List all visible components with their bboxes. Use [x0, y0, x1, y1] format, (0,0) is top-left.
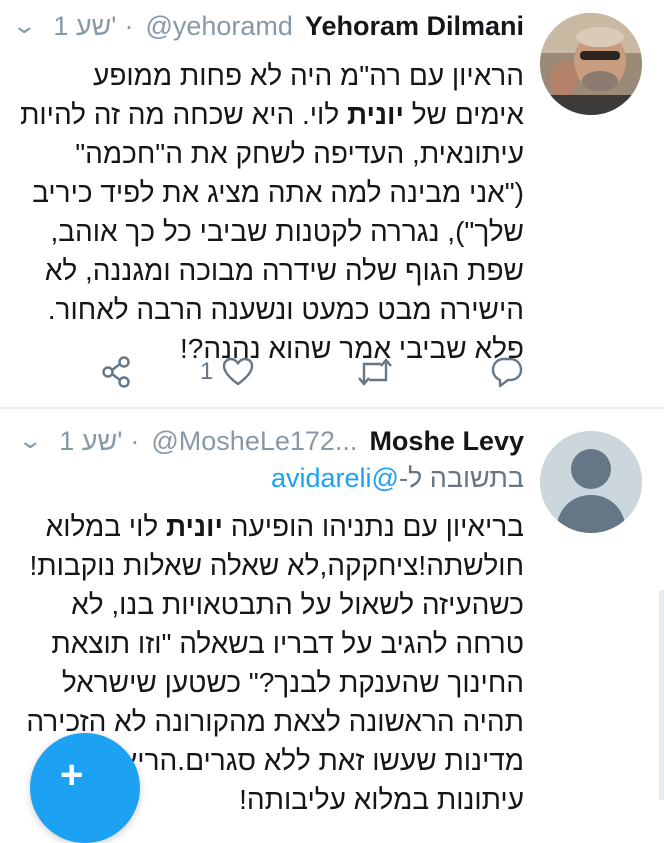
reply-mention-link[interactable]: @avidareli [271, 463, 399, 493]
compose-tweet-icon: + [60, 753, 84, 797]
default-avatar-icon [540, 431, 642, 533]
tweet-time: 1 שע' [53, 10, 117, 41]
user-handle[interactable]: @MosheLe172... [151, 426, 357, 457]
text-segment: לוי במלוא [45, 511, 166, 542]
share-button[interactable] [100, 350, 134, 394]
tweet[interactable]: ⌄ 1 שע' · @yehoramd Yehoram Dilmani הראי… [0, 0, 664, 408]
avatar-photo [540, 13, 642, 115]
tweet-header: ⌄ 1 שע' · @MosheLe172... Moshe Levy [17, 421, 524, 461]
separator-dot: · [130, 425, 140, 456]
chevron-down-icon[interactable]: ⌄ [11, 13, 37, 39]
retweet-icon [358, 358, 392, 386]
tweet-line: החינוך שהענקת לבנך?" כשטען שישראל [61, 667, 524, 698]
like-button[interactable]: 1 [200, 350, 255, 394]
tweet-line: אימים של יונית לוי. היא שכחה מה זה להיות [14, 95, 524, 134]
separator-dot: · [124, 10, 134, 41]
like-count: 1 [200, 358, 214, 385]
compose-tweet-button[interactable]: + [30, 733, 140, 843]
reply-icon [491, 357, 523, 388]
tweet-line: הראיון עם רה"מ היה לא פחות ממופע [93, 60, 524, 91]
tweet-line: שלך"), נגררה לקטנות שביבי כל כך אוהב, [50, 216, 525, 247]
tweet-line: עיתונאית, העדיפה לשחק את ה"חכמה" [75, 138, 524, 169]
tweet-text: הראיון עם רה"מ היה לא פחות ממופע אימים ש… [14, 56, 524, 368]
tweet-line: בריאיון עם נתניהו הופיעה יונית לוי במלוא [4, 507, 524, 546]
tweet-line: הישירה מבט כמעט ונשענה הרבה לאחור. [47, 294, 524, 325]
text-segment: בריאיון עם נתניהו הופיעה [222, 511, 524, 542]
tweet-actions: 1 [0, 350, 664, 394]
text-segment: אימים של [403, 99, 524, 130]
display-name[interactable]: Moshe Levy [369, 426, 524, 457]
retweet-button[interactable] [357, 350, 393, 394]
reply-button[interactable] [490, 350, 524, 394]
bold-text: יונית [165, 511, 223, 542]
replying-to: בתשובה ל-@avidareli [271, 463, 524, 494]
tweet-line: טרחה להגיב על דבריו בשאלה "וזו תוצאת [51, 628, 524, 659]
avatar[interactable] [540, 431, 642, 533]
tweet-line: שפת הגוף שלה שידרה מבוכה ומגננה, לא [44, 255, 524, 286]
tweet-line: ("אני מבינה למה אתה מציג את לפיד כיריב [32, 177, 524, 208]
tweet-time: 1 שע' [59, 425, 123, 456]
bold-text: יונית [346, 99, 404, 130]
tweet-header: ⌄ 1 שע' · @yehoramd Yehoram Dilmani [11, 6, 524, 46]
share-icon [102, 356, 130, 388]
text-segment: לוי. היא שכחה מה זה להיות [20, 99, 347, 130]
user-handle[interactable]: @yehoramd [145, 11, 292, 42]
avatar[interactable] [540, 13, 642, 115]
display-name[interactable]: Yehoram Dilmani [305, 11, 524, 42]
tweet-line: כשהעיזה לשאול על התבטאויות בנו, לא [71, 589, 524, 620]
tweet-line: חולשתה!ציחקקה,לא שאלה שאלות נוקבות! [29, 550, 524, 581]
chevron-down-icon[interactable]: ⌄ [17, 428, 43, 454]
reply-prefix: בתשובה ל- [398, 463, 524, 493]
heart-icon [223, 357, 254, 386]
scroll-edge [659, 590, 664, 800]
